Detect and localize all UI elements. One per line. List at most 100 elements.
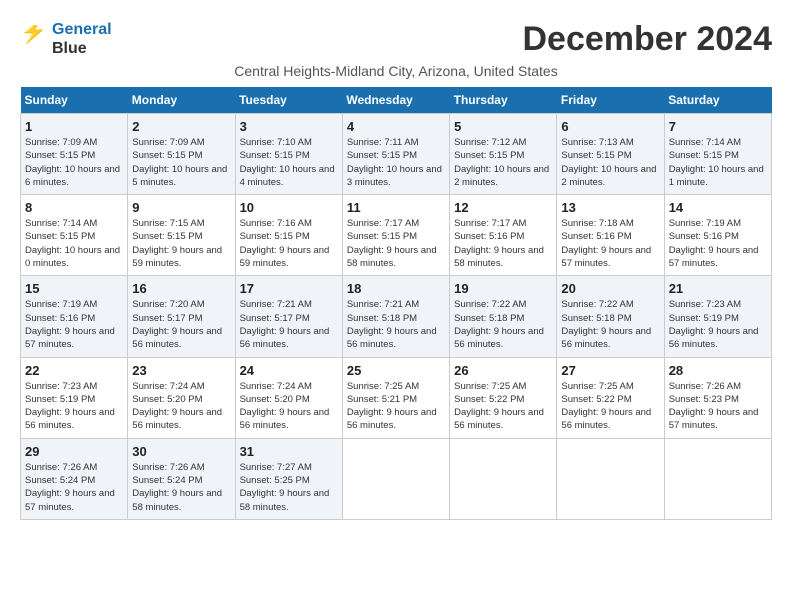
calendar-cell: 25 Sunrise: 7:25 AM Sunset: 5:21 PM Dayl… (342, 357, 449, 438)
day-info: Sunrise: 7:24 AM Sunset: 5:20 PM Dayligh… (240, 380, 338, 433)
day-number: 15 (25, 281, 123, 296)
day-info: Sunrise: 7:11 AM Sunset: 5:15 PM Dayligh… (347, 136, 445, 189)
weekday-header: Wednesday (342, 87, 449, 114)
calendar-cell: 1 Sunrise: 7:09 AM Sunset: 5:15 PM Dayli… (21, 114, 128, 195)
day-number: 18 (347, 281, 445, 296)
calendar-cell: 4 Sunrise: 7:11 AM Sunset: 5:15 PM Dayli… (342, 114, 449, 195)
day-info: Sunrise: 7:22 AM Sunset: 5:18 PM Dayligh… (561, 298, 659, 351)
day-number: 5 (454, 119, 552, 134)
svg-text:⚡: ⚡ (20, 25, 47, 45)
day-number: 12 (454, 200, 552, 215)
calendar-cell: 5 Sunrise: 7:12 AM Sunset: 5:15 PM Dayli… (450, 114, 557, 195)
day-number: 9 (132, 200, 230, 215)
day-info: Sunrise: 7:25 AM Sunset: 5:22 PM Dayligh… (454, 380, 552, 433)
calendar-cell: 12 Sunrise: 7:17 AM Sunset: 5:16 PM Dayl… (450, 195, 557, 276)
weekday-header: Thursday (450, 87, 557, 114)
day-number: 19 (454, 281, 552, 296)
day-info: Sunrise: 7:26 AM Sunset: 5:24 PM Dayligh… (132, 461, 230, 514)
day-number: 6 (561, 119, 659, 134)
day-info: Sunrise: 7:19 AM Sunset: 5:16 PM Dayligh… (669, 217, 767, 270)
day-info: Sunrise: 7:20 AM Sunset: 5:17 PM Dayligh… (132, 298, 230, 351)
day-number: 11 (347, 200, 445, 215)
calendar-cell: 2 Sunrise: 7:09 AM Sunset: 5:15 PM Dayli… (128, 114, 235, 195)
day-number: 27 (561, 363, 659, 378)
calendar-cell: 20 Sunrise: 7:22 AM Sunset: 5:18 PM Dayl… (557, 276, 664, 357)
day-info: Sunrise: 7:25 AM Sunset: 5:21 PM Dayligh… (347, 380, 445, 433)
weekday-header: Friday (557, 87, 664, 114)
calendar-cell: 13 Sunrise: 7:18 AM Sunset: 5:16 PM Dayl… (557, 195, 664, 276)
day-number: 14 (669, 200, 767, 215)
day-number: 7 (669, 119, 767, 134)
day-info: Sunrise: 7:26 AM Sunset: 5:24 PM Dayligh… (25, 461, 123, 514)
calendar-cell: 30 Sunrise: 7:26 AM Sunset: 5:24 PM Dayl… (128, 438, 235, 519)
day-info: Sunrise: 7:18 AM Sunset: 5:16 PM Dayligh… (561, 217, 659, 270)
day-number: 28 (669, 363, 767, 378)
calendar-cell: 26 Sunrise: 7:25 AM Sunset: 5:22 PM Dayl… (450, 357, 557, 438)
day-info: Sunrise: 7:22 AM Sunset: 5:18 PM Dayligh… (454, 298, 552, 351)
calendar-cell (557, 438, 664, 519)
day-number: 1 (25, 119, 123, 134)
calendar-cell: 24 Sunrise: 7:24 AM Sunset: 5:20 PM Dayl… (235, 357, 342, 438)
day-info: Sunrise: 7:17 AM Sunset: 5:16 PM Dayligh… (454, 217, 552, 270)
day-number: 3 (240, 119, 338, 134)
calendar-cell: 9 Sunrise: 7:15 AM Sunset: 5:15 PM Dayli… (128, 195, 235, 276)
day-number: 10 (240, 200, 338, 215)
calendar-cell: 28 Sunrise: 7:26 AM Sunset: 5:23 PM Dayl… (664, 357, 771, 438)
day-number: 17 (240, 281, 338, 296)
calendar-cell: 7 Sunrise: 7:14 AM Sunset: 5:15 PM Dayli… (664, 114, 771, 195)
day-number: 4 (347, 119, 445, 134)
calendar-cell: 22 Sunrise: 7:23 AM Sunset: 5:19 PM Dayl… (21, 357, 128, 438)
calendar-cell: 11 Sunrise: 7:17 AM Sunset: 5:15 PM Dayl… (342, 195, 449, 276)
calendar-cell: 15 Sunrise: 7:19 AM Sunset: 5:16 PM Dayl… (21, 276, 128, 357)
day-info: Sunrise: 7:23 AM Sunset: 5:19 PM Dayligh… (25, 380, 123, 433)
calendar-cell: 18 Sunrise: 7:21 AM Sunset: 5:18 PM Dayl… (342, 276, 449, 357)
day-number: 29 (25, 444, 123, 459)
weekday-header: Saturday (664, 87, 771, 114)
calendar-cell: 10 Sunrise: 7:16 AM Sunset: 5:15 PM Dayl… (235, 195, 342, 276)
weekday-header: Tuesday (235, 87, 342, 114)
logo: ⚡ General Blue (20, 20, 112, 58)
weekday-header: Monday (128, 87, 235, 114)
day-info: Sunrise: 7:15 AM Sunset: 5:15 PM Dayligh… (132, 217, 230, 270)
day-info: Sunrise: 7:09 AM Sunset: 5:15 PM Dayligh… (132, 136, 230, 189)
day-info: Sunrise: 7:09 AM Sunset: 5:15 PM Dayligh… (25, 136, 123, 189)
day-number: 24 (240, 363, 338, 378)
logo-icon: ⚡ (20, 25, 52, 53)
day-number: 25 (347, 363, 445, 378)
calendar-cell: 3 Sunrise: 7:10 AM Sunset: 5:15 PM Dayli… (235, 114, 342, 195)
calendar-cell: 27 Sunrise: 7:25 AM Sunset: 5:22 PM Dayl… (557, 357, 664, 438)
day-number: 31 (240, 444, 338, 459)
calendar-cell: 23 Sunrise: 7:24 AM Sunset: 5:20 PM Dayl… (128, 357, 235, 438)
day-info: Sunrise: 7:25 AM Sunset: 5:22 PM Dayligh… (561, 380, 659, 433)
day-info: Sunrise: 7:21 AM Sunset: 5:18 PM Dayligh… (347, 298, 445, 351)
day-number: 16 (132, 281, 230, 296)
calendar-cell: 21 Sunrise: 7:23 AM Sunset: 5:19 PM Dayl… (664, 276, 771, 357)
day-number: 26 (454, 363, 552, 378)
calendar-cell (664, 438, 771, 519)
main-title: December 2024 (522, 20, 772, 59)
calendar-cell (450, 438, 557, 519)
calendar-cell: 14 Sunrise: 7:19 AM Sunset: 5:16 PM Dayl… (664, 195, 771, 276)
calendar-cell: 29 Sunrise: 7:26 AM Sunset: 5:24 PM Dayl… (21, 438, 128, 519)
calendar-cell: 8 Sunrise: 7:14 AM Sunset: 5:15 PM Dayli… (21, 195, 128, 276)
day-info: Sunrise: 7:24 AM Sunset: 5:20 PM Dayligh… (132, 380, 230, 433)
day-number: 2 (132, 119, 230, 134)
day-info: Sunrise: 7:14 AM Sunset: 5:15 PM Dayligh… (25, 217, 123, 270)
calendar-cell: 17 Sunrise: 7:21 AM Sunset: 5:17 PM Dayl… (235, 276, 342, 357)
day-info: Sunrise: 7:19 AM Sunset: 5:16 PM Dayligh… (25, 298, 123, 351)
day-info: Sunrise: 7:27 AM Sunset: 5:25 PM Dayligh… (240, 461, 338, 514)
logo-text: General Blue (52, 20, 112, 58)
calendar-cell: 31 Sunrise: 7:27 AM Sunset: 5:25 PM Dayl… (235, 438, 342, 519)
day-number: 13 (561, 200, 659, 215)
day-number: 20 (561, 281, 659, 296)
day-info: Sunrise: 7:16 AM Sunset: 5:15 PM Dayligh… (240, 217, 338, 270)
day-number: 23 (132, 363, 230, 378)
day-info: Sunrise: 7:12 AM Sunset: 5:15 PM Dayligh… (454, 136, 552, 189)
calendar-cell: 6 Sunrise: 7:13 AM Sunset: 5:15 PM Dayli… (557, 114, 664, 195)
subtitle: Central Heights-Midland City, Arizona, U… (20, 63, 772, 79)
day-number: 22 (25, 363, 123, 378)
calendar-cell: 19 Sunrise: 7:22 AM Sunset: 5:18 PM Dayl… (450, 276, 557, 357)
calendar-table: SundayMondayTuesdayWednesdayThursdayFrid… (20, 87, 772, 520)
day-number: 8 (25, 200, 123, 215)
calendar-cell (342, 438, 449, 519)
